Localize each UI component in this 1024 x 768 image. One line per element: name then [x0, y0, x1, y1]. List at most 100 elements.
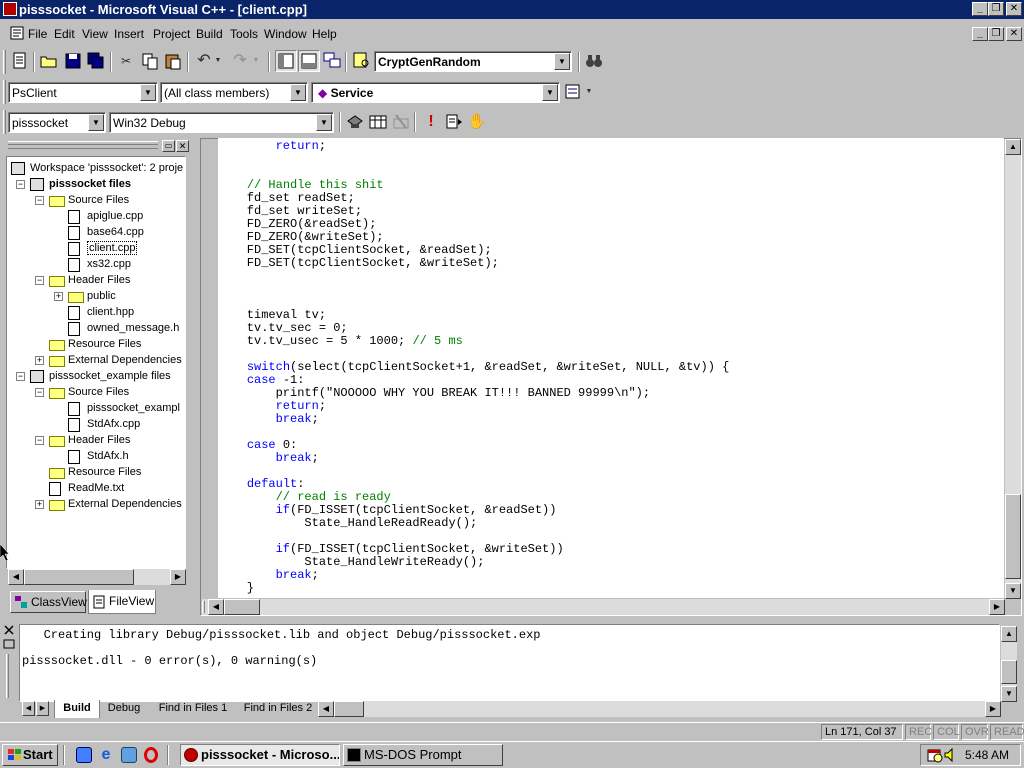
mdi-restore-button[interactable]: ❐: [988, 27, 1004, 41]
internet-explorer-icon[interactable]: e: [98, 747, 114, 763]
tab-find-in-files-1[interactable]: Find in Files 1: [150, 700, 236, 718]
menu-help[interactable]: Help: [312, 27, 337, 41]
project-combo[interactable]: pisssocket ▼: [8, 112, 106, 133]
toolbar-grip[interactable]: [3, 80, 6, 104]
chevron-down-icon[interactable]: ▼: [316, 114, 332, 131]
menu-file[interactable]: File: [28, 27, 47, 41]
tab-fileview[interactable]: FileView: [88, 590, 156, 614]
tree-item[interactable]: − Header Files: [7, 433, 185, 449]
mdi-close-button[interactable]: ✕: [1006, 27, 1022, 41]
tree-hscrollbar[interactable]: ◀ ▶: [8, 569, 186, 585]
wizard-dropdown-icon[interactable]: ▼: [583, 81, 595, 103]
tree-item[interactable]: client.cpp: [7, 241, 185, 257]
redo-icon[interactable]: ↷: [229, 50, 251, 72]
output-vscroll-thumb[interactable]: [1001, 660, 1017, 684]
task-ms-dos-prompt[interactable]: MS-DOS Prompt: [343, 744, 503, 766]
workspace-toggle-icon[interactable]: [275, 50, 297, 72]
redo-dropdown-icon[interactable]: ▼: [250, 50, 262, 72]
stop-build-icon[interactable]: [390, 111, 412, 133]
menu-insert[interactable]: Insert: [114, 27, 144, 41]
editor-vscrollbar[interactable]: ▲ ▼: [1005, 139, 1021, 599]
minimize-button[interactable]: _: [972, 2, 988, 16]
close-button[interactable]: ✕: [1006, 2, 1022, 16]
scroll-left-arrow-icon[interactable]: ◀: [318, 701, 334, 717]
tree-item[interactable]: client.hpp: [7, 305, 185, 321]
tree-item[interactable]: − pisssocket files: [7, 177, 185, 193]
toolbar-grip[interactable]: [3, 50, 6, 74]
class-combo[interactable]: PsClient ▼: [8, 82, 158, 103]
scroll-right-arrow-icon[interactable]: ▶: [170, 569, 186, 585]
output-close-button[interactable]: [2, 624, 16, 636]
clock[interactable]: 5:48 AM: [965, 748, 1009, 762]
copy-icon[interactable]: [139, 50, 161, 72]
tree-item[interactable]: − Source Files: [7, 193, 185, 209]
editor-selection-margin[interactable]: [201, 139, 218, 599]
function-combo[interactable]: ◆ Service ▼: [311, 82, 560, 103]
tree-item[interactable]: StdAfx.h: [7, 449, 185, 465]
editor-vscroll-thumb[interactable]: [1005, 494, 1021, 579]
code-editor[interactable]: return; // Handle this shit fd_set readS…: [218, 138, 1004, 598]
menu-tools[interactable]: Tools: [230, 27, 258, 41]
menu-build[interactable]: Build: [196, 27, 223, 41]
collapse-icon[interactable]: −: [35, 196, 44, 205]
window-list-icon[interactable]: [321, 50, 343, 72]
split-handle[interactable]: [202, 601, 205, 613]
go-debug-icon[interactable]: [443, 111, 465, 133]
output-hscroll-thumb[interactable]: [334, 701, 364, 717]
tree-item[interactable]: − Source Files: [7, 385, 185, 401]
chevron-down-icon[interactable]: ▼: [88, 114, 104, 131]
tree-item[interactable]: base64.cpp: [7, 225, 185, 241]
tree-hscroll-thumb[interactable]: [24, 569, 134, 585]
wizard-bar-actions-icon[interactable]: [562, 81, 584, 103]
scroll-down-arrow-icon[interactable]: ▼: [1001, 686, 1017, 702]
save-icon[interactable]: [62, 50, 84, 72]
build-icon[interactable]: [367, 111, 389, 133]
opera-icon[interactable]: [144, 747, 158, 763]
tree-item[interactable]: − pisssocket_example files: [7, 369, 185, 385]
scroll-left-arrow-icon[interactable]: ◀: [8, 569, 24, 585]
menu-window[interactable]: Window: [264, 27, 307, 41]
volume-icon[interactable]: [943, 747, 959, 763]
menu-edit[interactable]: Edit: [54, 27, 75, 41]
file-tree[interactable]: Workspace 'pisssocket': 2 proje − pisssock…: [6, 156, 186, 569]
tab-classview[interactable]: ClassView: [10, 591, 87, 613]
config-combo[interactable]: Win32 Debug ▼: [109, 112, 334, 133]
save-all-icon[interactable]: [85, 50, 107, 72]
scheduler-icon[interactable]: [927, 747, 943, 763]
tab-build[interactable]: Build: [54, 700, 100, 718]
tree-item[interactable]: +Resource Files: [7, 465, 185, 481]
output-toggle-icon[interactable]: [298, 50, 320, 72]
scroll-left-arrow-icon[interactable]: ◀: [208, 599, 224, 615]
output-text[interactable]: Creating library Debug/pisssocket.lib an…: [19, 624, 1000, 702]
find-combo[interactable]: CryptGenRandom ▼: [374, 51, 572, 72]
cut-icon[interactable]: ✂: [115, 50, 137, 72]
tree-item[interactable]: + External Dependencies: [7, 353, 185, 369]
tree-item[interactable]: + External Dependencies: [7, 497, 185, 513]
compile-icon[interactable]: [344, 111, 366, 133]
task-visual-cpp[interactable]: pisssocket - Microso...: [180, 744, 340, 766]
tab-find-in-files-2[interactable]: Find in Files 2: [238, 700, 318, 718]
paste-icon[interactable]: [162, 50, 184, 72]
tree-item[interactable]: StdAfx.cpp: [7, 417, 185, 433]
document-icon[interactable]: [10, 26, 24, 40]
tab-scroll-right-icon[interactable]: ▶: [36, 701, 49, 716]
expand-icon[interactable]: +: [35, 356, 44, 365]
collapse-icon[interactable]: −: [16, 180, 25, 189]
collapse-icon[interactable]: −: [16, 372, 25, 381]
scroll-right-arrow-icon[interactable]: ▶: [989, 599, 1005, 615]
scroll-up-arrow-icon[interactable]: ▲: [1005, 139, 1021, 155]
output-grip[interactable]: [6, 654, 9, 698]
execute-icon[interactable]: !: [420, 111, 442, 133]
output-restore-button[interactable]: [2, 638, 16, 650]
title-bar[interactable]: pisssocket - Microsoft Visual C++ - [cli…: [0, 0, 1024, 19]
new-text-file-icon[interactable]: [9, 50, 31, 72]
tab-debug[interactable]: Debug: [100, 700, 148, 718]
scroll-right-arrow-icon[interactable]: ▶: [985, 701, 1001, 717]
breakpoint-hand-icon[interactable]: ✋: [466, 111, 488, 133]
tree-item[interactable]: − Header Files: [7, 273, 185, 289]
tree-item[interactable]: +Resource Files: [7, 337, 185, 353]
editor-hscroll-thumb[interactable]: [224, 599, 260, 615]
editor-hscrollbar[interactable]: ◀ ▶: [202, 599, 1005, 615]
tree-item[interactable]: apiglue.cpp: [7, 209, 185, 225]
scroll-down-arrow-icon[interactable]: ▼: [1005, 583, 1021, 599]
